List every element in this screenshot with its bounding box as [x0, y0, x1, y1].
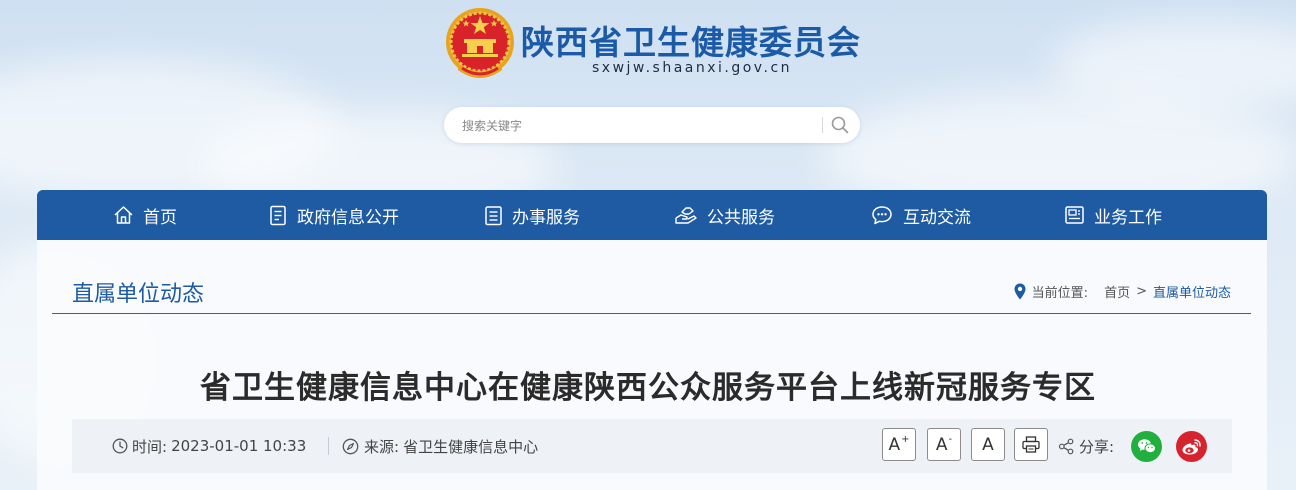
location-pin-icon [1014, 283, 1026, 300]
hands-service-icon [675, 207, 697, 224]
nav-label: 业务工作 [1094, 207, 1162, 228]
search-button[interactable] [830, 115, 852, 135]
nav-label: 公共服务 [707, 207, 775, 228]
search-icon [831, 116, 849, 134]
clock-icon [112, 438, 128, 454]
weibo-share-button[interactable] [1176, 431, 1207, 462]
nav-item-services[interactable]: 办事服务 [484, 190, 580, 240]
time-label: 时间: [132, 437, 168, 456]
font-decrease-button[interactable]: A- [927, 428, 961, 461]
nav-item-gov-info[interactable]: 政府信息公开 [269, 190, 399, 240]
article-title: 省卫生健康信息中心在健康陕西公众服务平台上线新冠服务专区 [200, 370, 1096, 406]
nav-item-home[interactable]: 首页 [113, 190, 177, 240]
breadcrumb-label: 当前位置: [1031, 286, 1089, 301]
time-value: 2023-01-01 10:33 [171, 437, 307, 455]
main-nav: 首页 政府信息公开 办事服务 公共服务 互动交流 业务工作 [37, 190, 1267, 240]
publish-time: 时间: 2023-01-01 10:33 [112, 419, 306, 473]
national-emblem-logo [444, 6, 516, 84]
search-divider [822, 117, 823, 133]
chat-bubbles-icon [872, 205, 892, 224]
font-reset-button[interactable]: A [971, 428, 1005, 461]
document-list-icon [270, 205, 286, 225]
search-input[interactable] [460, 115, 804, 137]
share-label: 分享: [1079, 437, 1115, 456]
meta-divider [328, 437, 329, 455]
breadcrumb-current[interactable]: 直属单位动态 [1153, 282, 1231, 301]
nav-item-interaction[interactable]: 互动交流 [871, 190, 971, 240]
nav-item-business[interactable]: 业务工作 [1064, 190, 1162, 240]
printer-icon [1022, 436, 1040, 453]
section-divider [52, 313, 1251, 314]
wechat-icon [1137, 439, 1156, 454]
nav-label: 政府信息公开 [297, 207, 399, 228]
print-button[interactable] [1014, 428, 1048, 461]
source-value: 省卫生健康信息中心 [403, 437, 539, 456]
clipboard-icon [485, 205, 502, 225]
breadcrumb-separator: > [1136, 284, 1147, 299]
share-section: 分享: [1058, 419, 1114, 473]
wechat-share-button[interactable] [1131, 431, 1162, 462]
compass-icon [342, 438, 359, 454]
breadcrumb: 当前位置: 首页 > 直属单位动态 [1014, 282, 1231, 301]
article-source: 来源: 省卫生健康信息中心 [342, 419, 538, 473]
site-title: 陕西省卫生健康委员会 [521, 23, 861, 62]
briefcase-doc-icon [1065, 206, 1084, 224]
weibo-icon [1182, 438, 1201, 454]
source-label: 来源: [364, 437, 400, 456]
nav-label: 互动交流 [903, 207, 971, 228]
font-increase-button[interactable]: A + [882, 428, 916, 461]
site-url: sxwjw.shaanxi.gov.cn [592, 60, 793, 76]
search-box [444, 107, 860, 143]
nav-label: 办事服务 [512, 207, 580, 228]
section-title: 直属单位动态 [72, 282, 205, 307]
article-meta-bar: 时间: 2023-01-01 10:33 来源: 省卫生健康信息中心 A + A-… [72, 419, 1232, 473]
nav-item-public-services[interactable]: 公共服务 [674, 190, 775, 240]
breadcrumb-home[interactable]: 首页 [1104, 282, 1130, 301]
nav-label: 首页 [143, 207, 177, 228]
home-icon [114, 206, 133, 224]
share-icon [1058, 438, 1074, 454]
